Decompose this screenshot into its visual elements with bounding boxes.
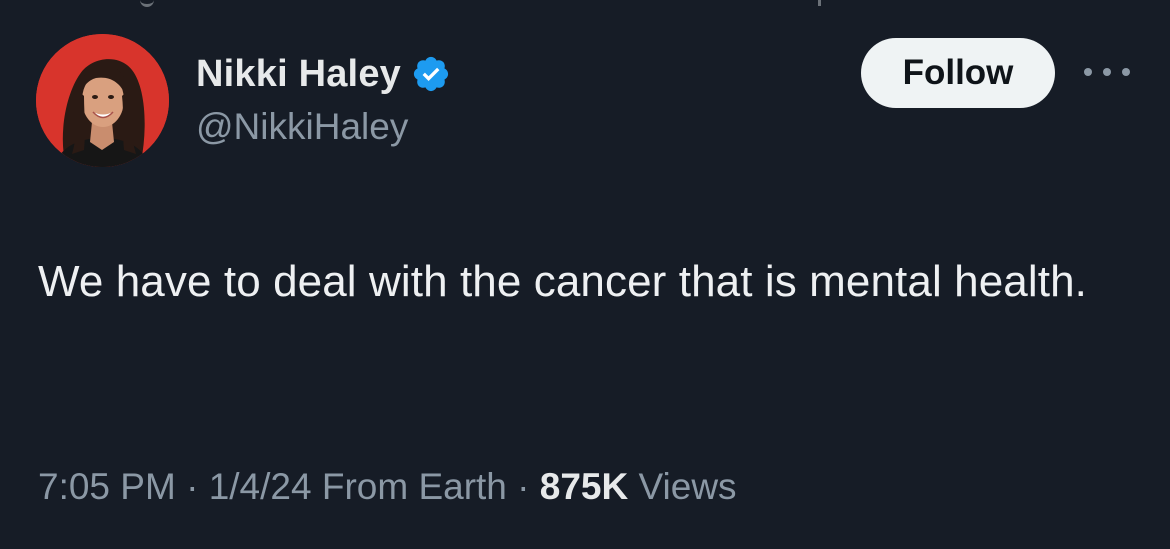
tweet-source: From Earth [321,466,507,507]
separator: · [175,466,209,507]
separator: · [506,466,540,507]
views-label[interactable]: Views [639,466,737,507]
dot [1084,68,1092,76]
more-options-icon[interactable] [1084,64,1130,80]
author-handle[interactable]: @NikkiHaley [196,106,408,148]
cropped-fragment [140,0,154,7]
tweet-card: Nikki Haley @NikkiHaley Follow We have t… [0,0,1170,549]
dot [1122,68,1130,76]
dot [1103,68,1111,76]
avatar[interactable] [36,34,169,167]
author-display-name[interactable]: Nikki Haley [196,53,401,96]
cropped-fragment [818,0,821,6]
views-count[interactable]: 875K [540,466,628,507]
verified-badge-icon[interactable] [411,54,451,94]
author-name-row: Nikki Haley [196,50,451,98]
cropped-previous-content [0,0,1170,10]
tweet-metadata: 7:05 PM · 1/4/24 From Earth · 875K Views [38,466,737,508]
follow-button[interactable]: Follow [861,38,1055,108]
tweet-time[interactable]: 7:05 PM [38,466,176,507]
tweet-text: We have to deal with the cancer that is … [38,257,1087,306]
tweet-date[interactable]: 1/4/24 [209,466,312,507]
profile-photo [36,34,169,167]
